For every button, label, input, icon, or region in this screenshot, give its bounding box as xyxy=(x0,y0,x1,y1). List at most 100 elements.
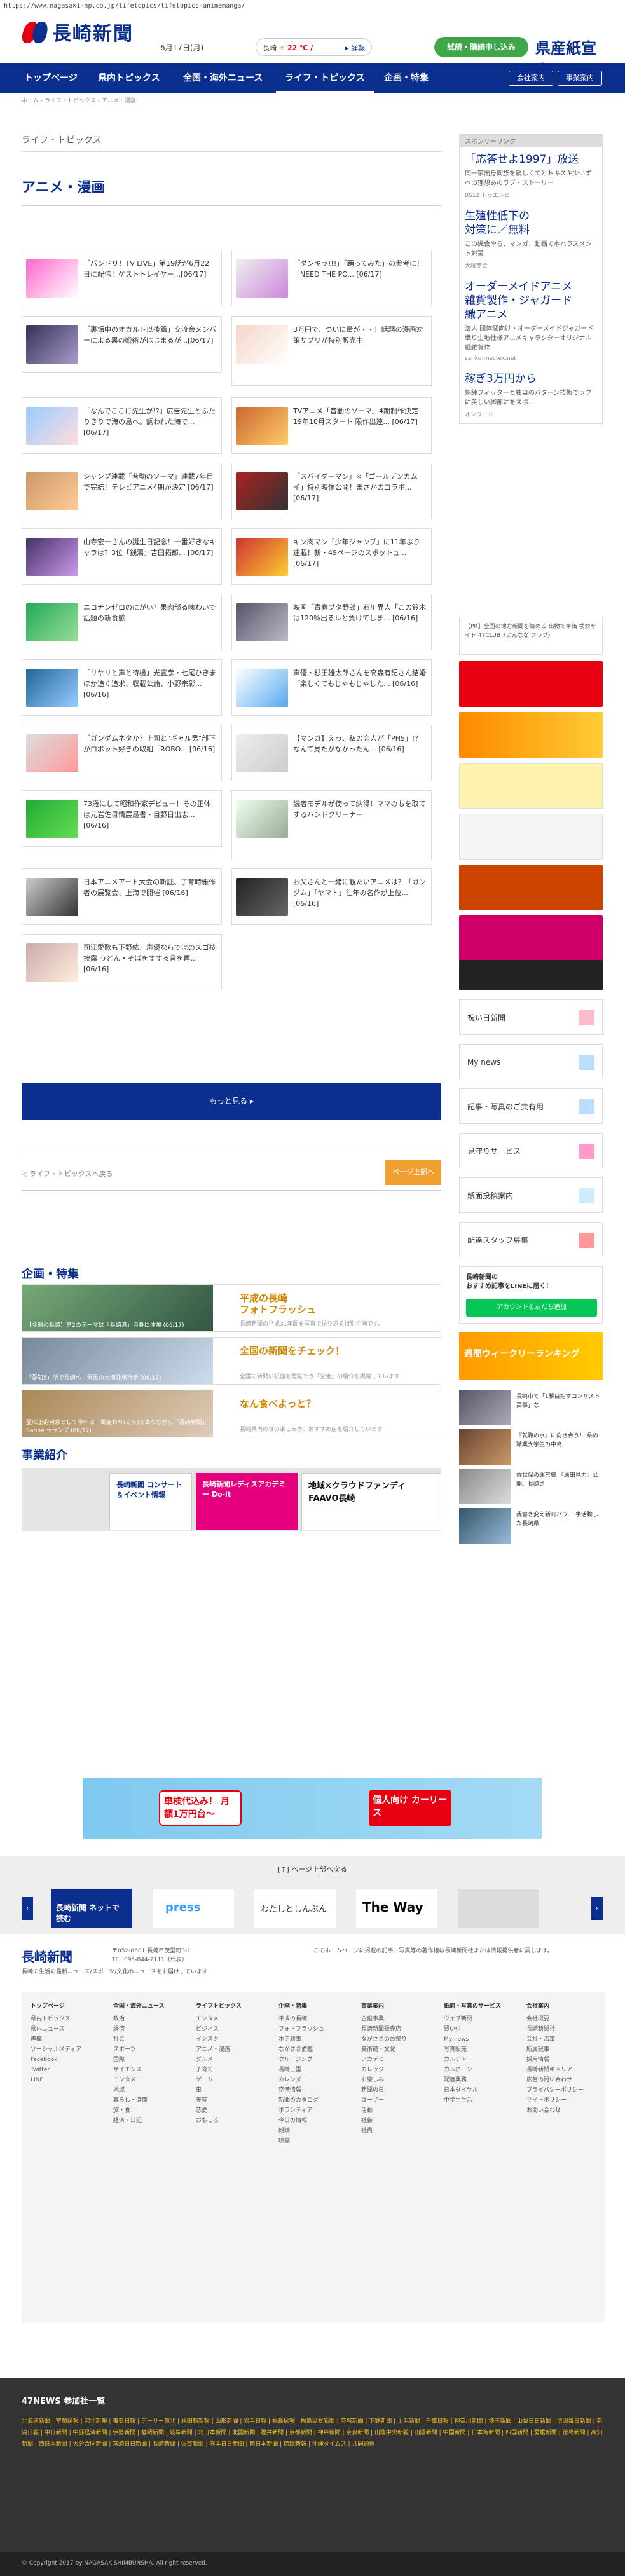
sponsor-ad[interactable]: 「応答せよ1997」放送 同一家出身同族を親しくてとトキスキ少いずべの理想あのラブ… xyxy=(460,147,602,204)
article-card[interactable]: 73歳にして昭和作家デビュー！その正体は元岩佐母情展最書・目野日出志... [0… xyxy=(22,790,222,847)
footer-link[interactable]: 企画事業 xyxy=(361,2014,407,2024)
footer-link[interactable]: ながさき愛鑑 xyxy=(278,2045,324,2055)
nav-item-top[interactable]: トップページ xyxy=(15,63,86,93)
address-bar[interactable]: https://www.nagasaki-np.co.jp/lifetopics… xyxy=(0,0,625,14)
footer-link[interactable]: Facebook xyxy=(31,2055,81,2065)
footer-link[interactable]: おもしろ xyxy=(196,2116,242,2126)
footer-col-title[interactable]: 事業案内 xyxy=(361,2001,407,2011)
ranking-item[interactable]: 『就職の水』に向き合う！ 県の職業大学生の中島 xyxy=(459,1429,603,1469)
footer-link[interactable]: 会社概要 xyxy=(526,2014,584,2024)
footer-link[interactable]: エンタメ xyxy=(196,2014,242,2024)
side-banner-2[interactable] xyxy=(459,712,603,758)
menu-mynews[interactable]: My news xyxy=(459,1044,603,1079)
footer-link[interactable]: 恋愛 xyxy=(196,2106,242,2116)
sponsor-ad[interactable]: 生殖性低下の 対策に／無料 この機会やら、マンガ、動画で本ハラスメント対策 大曜商会 xyxy=(460,204,602,275)
footer-link[interactable]: 長崎新聞販売店 xyxy=(361,2024,407,2034)
footer-col-title[interactable]: トップページ xyxy=(31,2001,81,2011)
article-card[interactable]: お父さんと一緒に観たいアニメは？「ガンダム」「ヤマト」往年の名作が上位... [… xyxy=(231,868,432,925)
chevron-left-icon[interactable]: ‹ xyxy=(22,1897,33,1920)
menu-oiwai[interactable]: 祝い日新聞 xyxy=(459,999,603,1035)
footer-link[interactable]: エンタメ xyxy=(113,2075,165,2085)
footer-link[interactable]: 広告の問い合わせ xyxy=(526,2075,584,2085)
footer-link[interactable]: 長崎新聞キャリア xyxy=(526,2065,584,2075)
partner-banner[interactable]: 長崎新聞 ネットで読む xyxy=(51,1889,132,1928)
footer-link[interactable]: サイトポリシー xyxy=(526,2095,584,2106)
side-banner-4[interactable] xyxy=(459,814,603,860)
news47-links[interactable]: 北海道新聞 | 室蘭民報 | 河北新報 | 東奥日報 | デーリー東北 | 秋田… xyxy=(22,2416,605,2450)
footer-col-title[interactable]: 企画・特集 xyxy=(278,2001,324,2011)
line-add-button[interactable]: アカウントを友だち追加 xyxy=(466,1299,597,1317)
footer-link[interactable]: 写真販売 xyxy=(444,2045,501,2055)
side-banner-6[interactable] xyxy=(459,915,603,961)
article-card[interactable]: 「なんでここに先生が!?」広告先生とふたりきりで海の島へ。誘われた海で... [… xyxy=(22,397,222,454)
article-card[interactable]: 「スパイダーマン」×「ゴールデンカムイ」特別映像公開！まさかのコラボ... [0… xyxy=(231,463,432,519)
footer-link[interactable]: プライバシーポリシー xyxy=(526,2085,584,2095)
footer-link[interactable]: 子育て xyxy=(196,2065,242,2075)
footer-link[interactable]: 県内トピックス xyxy=(31,2014,81,2024)
footer-logo[interactable]: 長崎新聞 xyxy=(22,1947,72,1965)
footer-link[interactable]: 県内ニュース xyxy=(31,2024,81,2034)
footer-link[interactable]: スポーツ xyxy=(113,2045,165,2055)
menu-mimamori[interactable]: 見守りサービス xyxy=(459,1133,603,1168)
footer-col-title[interactable]: ライフトピックス xyxy=(196,2001,242,2011)
footer-link[interactable]: ホテ雑事 xyxy=(278,2034,324,2045)
footer-link[interactable]: カルボーン xyxy=(444,2065,501,2075)
footer-link[interactable]: クルージング xyxy=(278,2055,324,2065)
footer-link[interactable]: Twitter xyxy=(31,2065,81,2075)
footer-link[interactable]: 声欄 xyxy=(31,2034,81,2045)
footer-link[interactable]: 車 xyxy=(196,2085,242,2095)
footer-link[interactable]: ながさきのお祭り xyxy=(361,2034,407,2045)
footer-link[interactable]: グルメ xyxy=(196,2055,242,2065)
weather-more-link[interactable]: ▸ 詳報 xyxy=(345,43,365,53)
article-card[interactable]: 日本アニメアート大会の新証、子育時雅作者の展覧会、上海で開催 [06/16] xyxy=(22,868,222,925)
back-to-top-link[interactable]: [↑] ページ上部へ戻る xyxy=(0,1856,625,1883)
footer-link[interactable]: 日本ダイヤル xyxy=(444,2085,501,2095)
sponsor-ad[interactable]: オーダーメイドアニメ 雑貨製作・ジャガード 織アニメ 法人 団体個向け・オーダーメ… xyxy=(460,275,602,367)
footer-link[interactable]: 新聞の日 xyxy=(361,2085,407,2095)
footer-link[interactable]: ウェブ新聞 xyxy=(444,2014,501,2024)
company-button[interactable]: 会社案内 xyxy=(509,71,553,86)
footer-big-ad[interactable]: 車検代込み！ 月額1万円台〜 個人向け カーリース xyxy=(83,1778,542,1839)
article-card[interactable]: 読者モデルが使って納得！ママのもを取てするハンドクリーナー xyxy=(231,790,432,860)
back-to-section-link[interactable]: ◁ ライフ・トピックスへ戻る xyxy=(22,1168,113,1179)
nav-item-local[interactable]: 県内トピックス xyxy=(89,63,169,93)
footer-link[interactable]: 採用情報 xyxy=(526,2055,584,2065)
footer-link[interactable]: 会社・沿革 xyxy=(526,2034,584,2045)
article-card[interactable]: 山寺宏一さんの誕生日記念！一番好きなキャラは？3位「銭湯」吉田拓郎... [06… xyxy=(22,528,222,585)
partner-banner[interactable] xyxy=(458,1889,539,1928)
article-card[interactable]: 【マンガ】えっ、私の恋人が「PHS」!? なんて見たがなかったん... [06/… xyxy=(231,725,432,781)
footer-link[interactable]: サイエンス xyxy=(113,2065,165,2075)
site-logo[interactable]: 長崎新聞 xyxy=(20,18,134,46)
footer-link[interactable]: 美術館・文化 xyxy=(361,2045,407,2055)
article-card[interactable]: 「ガンダムネタか？上司と"ギャル男"部下がロボット好きの取組「ROBO... [… xyxy=(22,725,222,781)
chevron-right-icon[interactable]: › xyxy=(591,1897,603,1920)
footer-link[interactable]: 経済 xyxy=(113,2024,165,2034)
article-card[interactable]: 「ダンキラ!!!」「踊ってみた」の参考に！「NEED THE PO... [06… xyxy=(231,250,432,306)
footer-link[interactable]: 社会 xyxy=(113,2034,165,2045)
nav-item-life[interactable]: ライフ・トピックス xyxy=(276,63,374,93)
load-more-button[interactable]: もっと見る ▸ xyxy=(22,1083,441,1120)
side-banner-3[interactable] xyxy=(459,763,603,809)
footer-link[interactable]: 中学生生活 xyxy=(444,2095,501,2106)
footer-col-title[interactable]: 紙面・写真のサービス xyxy=(444,2001,501,2011)
footer-link[interactable]: カレッジ xyxy=(361,2065,407,2075)
article-card[interactable]: TVアニメ「昔動のソーマ」4期制作決定 19年10月スタート 限作出連... [… xyxy=(231,397,432,454)
footer-link[interactable]: ビジネス xyxy=(196,2024,242,2034)
business-button[interactable]: 事業案内 xyxy=(558,71,602,86)
feature-item[interactable]: 【今週の長崎】第2のテーマは「長崎港」自身に体験 (06/17) 平成の長崎 フ… xyxy=(22,1284,441,1332)
footer-link[interactable]: ゲーム xyxy=(196,2075,242,2085)
article-card[interactable]: 司江愛歌も下野紘、声優ならではのスゴ技披露 うどん・そばをすする音を再... [… xyxy=(22,934,222,990)
footer-link[interactable]: 暮らし・健康 xyxy=(113,2095,165,2106)
footer-link[interactable]: 配達業務 xyxy=(444,2075,501,2085)
weather-widget[interactable]: 長崎 ☀ 22 ℃ / ▸ 詳報 xyxy=(256,38,372,56)
partner-banner[interactable]: The Way xyxy=(356,1889,437,1928)
side-banner-7[interactable] xyxy=(459,960,603,990)
article-card[interactable]: 「バンドリ！TV LIVE」第19話が6月22日に配信！ゲストトレイヤー...[… xyxy=(22,250,222,306)
breadcrumb[interactable]: ホーム › ライフ・トピックス › アニメ・漫画 xyxy=(22,96,136,104)
footer-link[interactable]: 地域 xyxy=(113,2085,165,2095)
menu-staff[interactable]: 配達スタッフ募集 xyxy=(459,1222,603,1257)
academy-banner[interactable]: 長崎新聞レディスアカデミー Do-it xyxy=(196,1473,298,1530)
footer-link[interactable]: 旅・食 xyxy=(113,2106,165,2116)
footer-link[interactable]: カレンダー xyxy=(278,2075,324,2085)
article-card[interactable]: キン肉マン「少年ジャンプ」に11年ぶり連載！新・49ページのスポットュ... [… xyxy=(231,528,432,585)
